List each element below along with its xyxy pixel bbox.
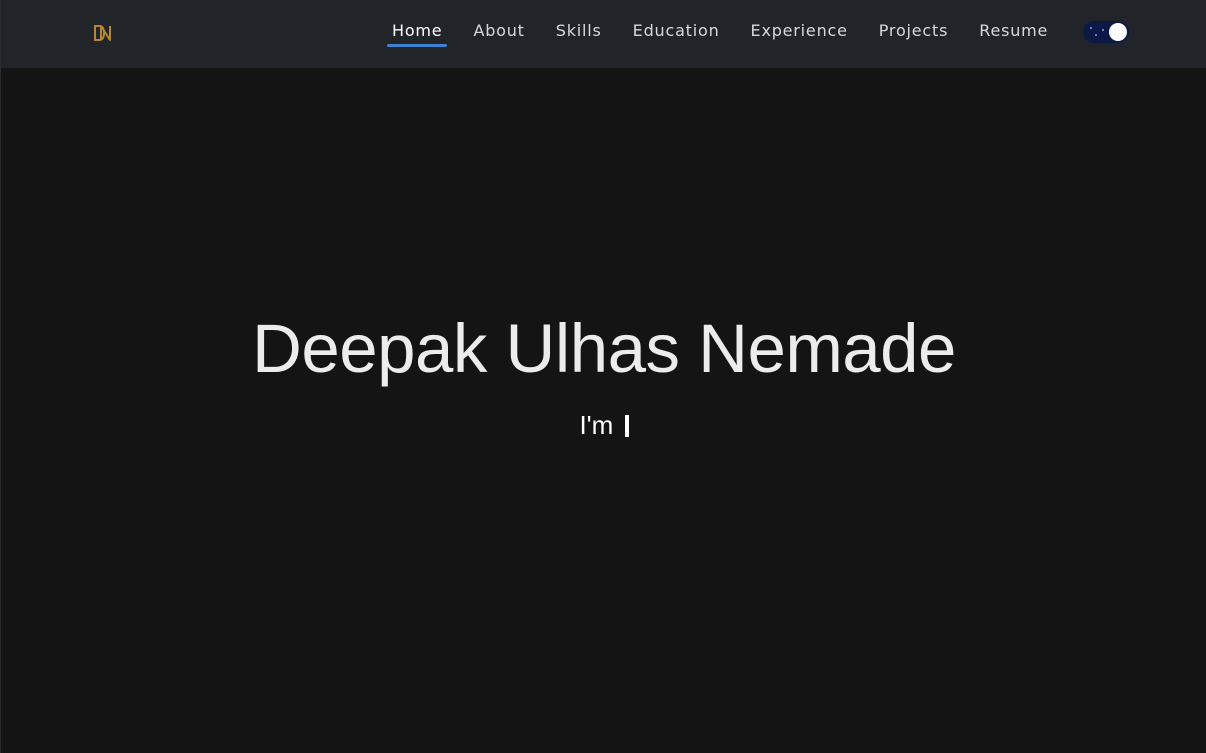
navbar: Home About Skills Education Experience P… bbox=[1, 0, 1206, 68]
star-icon bbox=[1102, 29, 1104, 31]
hero-typing-line: I'm bbox=[1, 408, 1206, 442]
nav-link-education[interactable]: Education bbox=[628, 20, 725, 42]
page: Home About Skills Education Experience P… bbox=[0, 0, 1206, 753]
typing-prefix: I'm bbox=[579, 410, 614, 440]
theme-toggle[interactable] bbox=[1083, 21, 1129, 43]
nav-link-skills[interactable]: Skills bbox=[551, 20, 607, 42]
star-icon bbox=[1095, 34, 1097, 36]
nav-links: Home About Skills Education Experience P… bbox=[387, 20, 1063, 47]
nav-link-experience[interactable]: Experience bbox=[746, 20, 853, 42]
nav-link-about[interactable]: About bbox=[468, 20, 529, 42]
toggle-knob bbox=[1109, 23, 1127, 41]
typing-cursor bbox=[624, 415, 629, 437]
nav-link-resume[interactable]: Resume bbox=[974, 20, 1053, 42]
hero-name: Deepak Ulhas Nemade bbox=[252, 310, 956, 387]
star-icon bbox=[1090, 27, 1092, 29]
nav-link-home[interactable]: Home bbox=[387, 20, 448, 47]
logo-icon[interactable] bbox=[93, 24, 113, 42]
nav-link-projects[interactable]: Projects bbox=[874, 20, 953, 42]
